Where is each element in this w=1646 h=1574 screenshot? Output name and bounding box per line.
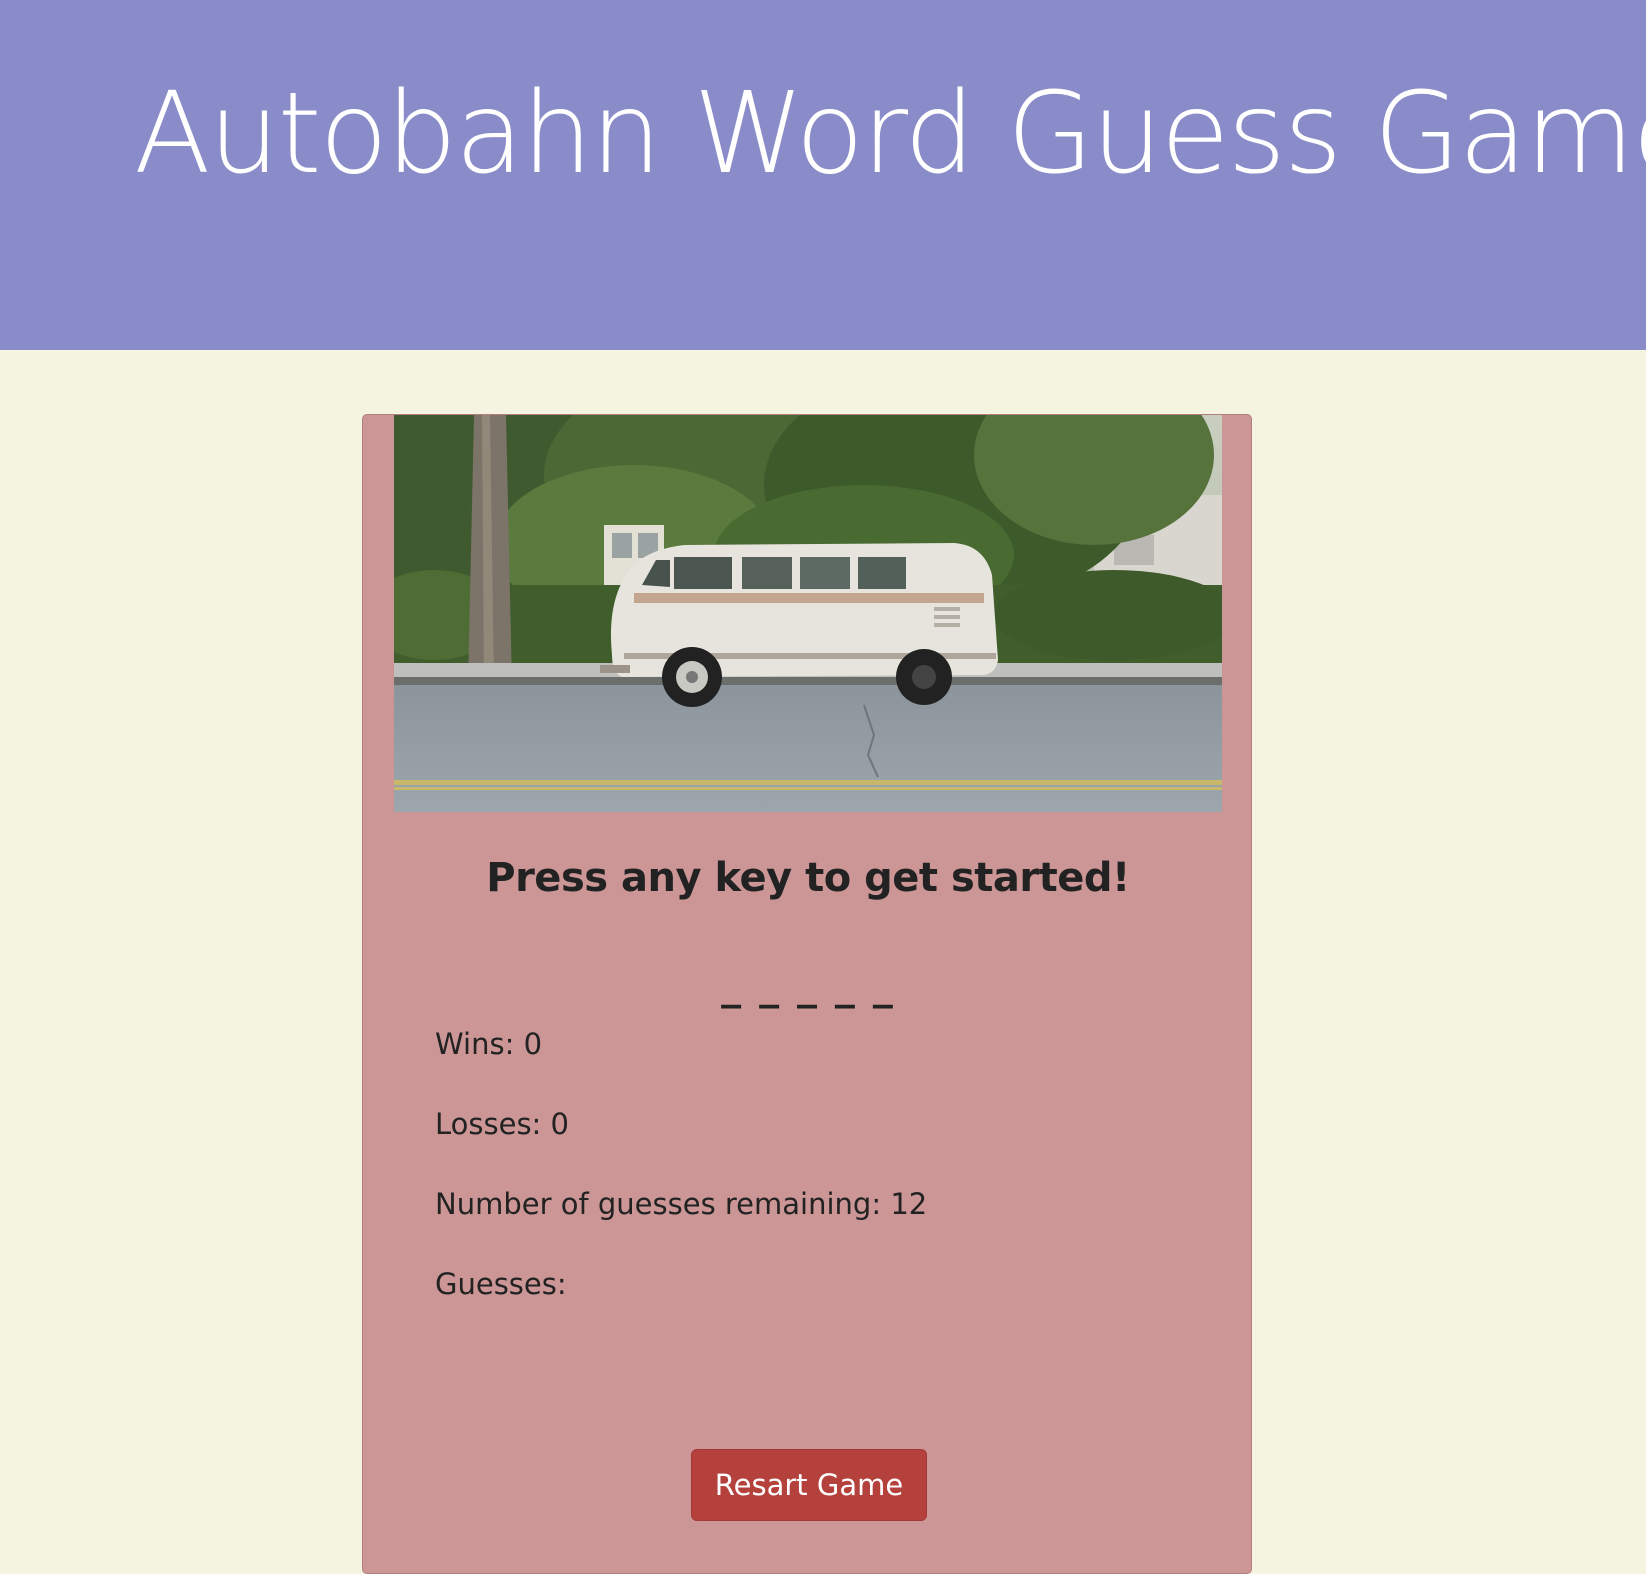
- game-card: Press any key to get started! _ _ _ _ _ …: [362, 414, 1252, 1574]
- guesses-label: Guesses:: [435, 1267, 576, 1301]
- guesses-stat: Guesses:: [435, 1267, 576, 1301]
- guesses-remaining-stat: Number of guesses remaining: 12: [435, 1187, 927, 1221]
- losses-label: Losses:: [435, 1107, 551, 1141]
- losses-value: 0: [550, 1107, 569, 1141]
- guesses-remaining-value: 12: [890, 1187, 928, 1221]
- start-prompt: Press any key to get started!: [486, 855, 1130, 901]
- guesses-remaining-label: Number of guesses remaining:: [435, 1187, 891, 1221]
- wins-stat: Wins: 0: [435, 1027, 542, 1061]
- page-title: Autobahn Word Guess Game: [134, 69, 1646, 199]
- page-header: Autobahn Word Guess Game: [0, 0, 1646, 350]
- word-blanks: _ _ _ _ _: [721, 963, 895, 1009]
- vw-bus-illustration: [394, 415, 1222, 812]
- losses-stat: Losses: 0: [435, 1107, 569, 1141]
- vw-bus-photo: [394, 415, 1222, 812]
- wins-value: 0: [523, 1027, 543, 1061]
- restart-game-button[interactable]: Resart Game: [691, 1449, 927, 1521]
- wins-label: Wins:: [435, 1027, 524, 1061]
